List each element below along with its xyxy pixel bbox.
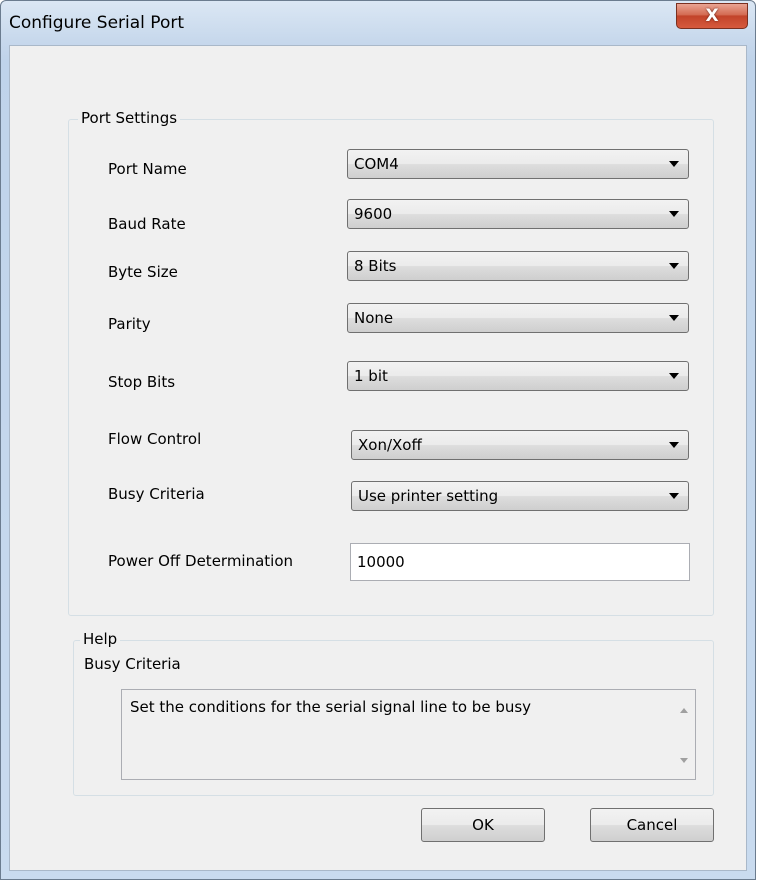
parity-value: None xyxy=(354,309,394,327)
busy-criteria-label: Busy Criteria xyxy=(108,485,205,503)
scroll-up-icon[interactable] xyxy=(680,708,688,713)
chevron-down-icon xyxy=(669,373,679,379)
port-settings-legend: Port Settings xyxy=(78,109,181,127)
chevron-down-icon xyxy=(669,315,679,321)
close-button[interactable]: X xyxy=(676,3,748,29)
help-legend: Help xyxy=(80,630,121,648)
dialog-title: Configure Serial Port xyxy=(9,13,185,33)
baud-rate-dropdown[interactable]: 9600 xyxy=(347,199,689,229)
port-name-value: COM4 xyxy=(354,155,399,173)
help-scrollbar[interactable] xyxy=(673,690,695,779)
help-text: Set the conditions for the serial signal… xyxy=(130,698,532,716)
title-bar[interactable]: Configure Serial Port X xyxy=(1,1,755,45)
help-text-box[interactable]: Set the conditions for the serial signal… xyxy=(121,689,696,780)
stop-bits-value: 1 bit xyxy=(354,367,388,385)
chevron-down-icon xyxy=(669,493,679,499)
busy-criteria-value: Use printer setting xyxy=(358,487,499,505)
baud-rate-value: 9600 xyxy=(354,205,393,223)
close-icon: X xyxy=(705,6,719,26)
busy-criteria-dropdown[interactable]: Use printer setting xyxy=(351,481,689,511)
ok-button[interactable]: OK xyxy=(421,808,545,842)
flow-control-value: Xon/Xoff xyxy=(358,436,422,454)
dialog-body: Port Settings Port Name COM4 Baud Rate 9… xyxy=(9,45,747,871)
cancel-button[interactable]: Cancel xyxy=(590,808,714,842)
parity-label: Parity xyxy=(108,315,151,333)
parity-dropdown[interactable]: None xyxy=(347,303,689,333)
chevron-down-icon xyxy=(669,211,679,217)
stop-bits-dropdown[interactable]: 1 bit xyxy=(347,361,689,391)
power-off-determination-label: Power Off Determination xyxy=(108,552,294,570)
baud-rate-label: Baud Rate xyxy=(108,215,186,233)
byte-size-dropdown[interactable]: 8 Bits xyxy=(347,251,689,281)
stop-bits-label: Stop Bits xyxy=(108,373,176,391)
byte-size-label: Byte Size xyxy=(108,263,178,281)
chevron-down-icon xyxy=(669,161,679,167)
chevron-down-icon xyxy=(669,442,679,448)
byte-size-value: 8 Bits xyxy=(354,257,397,275)
chevron-down-icon xyxy=(669,263,679,269)
port-name-label: Port Name xyxy=(108,160,187,178)
configure-serial-port-dialog: Configure Serial Port X Port Settings Po… xyxy=(0,0,756,880)
power-off-determination-value: 10000 xyxy=(357,553,405,571)
power-off-determination-input[interactable]: 10000 xyxy=(350,543,690,581)
flow-control-label: Flow Control xyxy=(108,430,202,448)
flow-control-dropdown[interactable]: Xon/Xoff xyxy=(351,430,689,460)
help-topic: Busy Criteria xyxy=(84,655,181,673)
scroll-down-icon[interactable] xyxy=(680,758,688,763)
port-name-dropdown[interactable]: COM4 xyxy=(347,149,689,179)
